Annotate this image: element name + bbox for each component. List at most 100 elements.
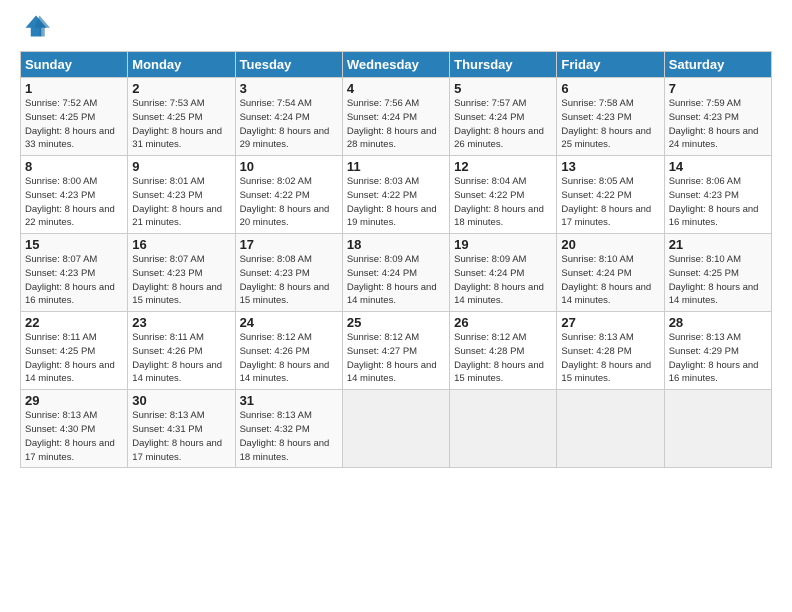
calendar-cell [342, 390, 449, 468]
day-info: Sunrise: 8:05 AMSunset: 4:22 PMDaylight:… [561, 176, 651, 228]
calendar-cell: 29 Sunrise: 8:13 AMSunset: 4:30 PMDayligh… [21, 390, 128, 468]
header [20, 16, 772, 45]
page: SundayMondayTuesdayWednesdayThursdayFrid… [0, 0, 792, 612]
day-number: 12 [454, 159, 552, 174]
day-info: Sunrise: 8:08 AMSunset: 4:23 PMDaylight:… [240, 254, 330, 306]
calendar-cell: 2Sunrise: 7:53 AMSunset: 4:25 PMDaylight… [128, 78, 235, 156]
logo [20, 16, 52, 45]
day-info: Sunrise: 8:13 AMSunset: 4:30 PMDaylight:… [25, 410, 115, 462]
calendar-cell: 18 Sunrise: 8:09 AMSunset: 4:24 PMDayligh… [342, 234, 449, 312]
calendar-cell: 1 Sunrise: 7:52 AMSunset: 4:25 PMDaylight… [21, 78, 128, 156]
day-number: 14 [669, 159, 767, 174]
day-info: Sunrise: 8:10 AMSunset: 4:24 PMDaylight:… [561, 254, 651, 306]
calendar-cell: 6 Sunrise: 7:58 AMSunset: 4:23 PMDaylight… [557, 78, 664, 156]
day-info: Sunrise: 8:07 AMSunset: 4:23 PMDaylight:… [25, 254, 115, 306]
day-info: Sunrise: 7:57 AMSunset: 4:24 PMDaylight:… [454, 98, 544, 150]
calendar-week-3: 15 Sunrise: 8:07 AMSunset: 4:23 PMDayligh… [21, 234, 772, 312]
calendar-cell: 11 Sunrise: 8:03 AMSunset: 4:22 PMDayligh… [342, 156, 449, 234]
day-info: Sunrise: 7:56 AMSunset: 4:24 PMDaylight:… [347, 98, 437, 150]
day-number: 23 [132, 315, 230, 330]
calendar-week-2: 8 Sunrise: 8:00 AMSunset: 4:23 PMDaylight… [21, 156, 772, 234]
day-info: Sunrise: 8:06 AMSunset: 4:23 PMDaylight:… [669, 176, 759, 228]
day-info: Sunrise: 8:01 AMSunset: 4:23 PMDaylight:… [132, 176, 222, 228]
calendar-cell: 27 Sunrise: 8:13 AMSunset: 4:28 PMDayligh… [557, 312, 664, 390]
day-info: Sunrise: 8:09 AMSunset: 4:24 PMDaylight:… [454, 254, 544, 306]
day-info: Sunrise: 8:11 AMSunset: 4:25 PMDaylight:… [25, 332, 115, 384]
day-number: 28 [669, 315, 767, 330]
calendar-cell: 14 Sunrise: 8:06 AMSunset: 4:23 PMDayligh… [664, 156, 771, 234]
calendar-cell: 21 Sunrise: 8:10 AMSunset: 4:25 PMDayligh… [664, 234, 771, 312]
calendar-cell: 23 Sunrise: 8:11 AMSunset: 4:26 PMDayligh… [128, 312, 235, 390]
col-header-saturday: Saturday [664, 52, 771, 78]
day-number: 30 [132, 393, 230, 408]
day-info: Sunrise: 7:54 AMSunset: 4:24 PMDaylight:… [240, 98, 330, 150]
day-number: 7 [669, 81, 767, 96]
day-info: Sunrise: 8:13 AMSunset: 4:28 PMDaylight:… [561, 332, 651, 384]
calendar-week-4: 22Sunrise: 8:11 AMSunset: 4:25 PMDayligh… [21, 312, 772, 390]
calendar-cell: 25 Sunrise: 8:12 AMSunset: 4:27 PMDayligh… [342, 312, 449, 390]
day-number: 20 [561, 237, 659, 252]
calendar-cell: 4 Sunrise: 7:56 AMSunset: 4:24 PMDaylight… [342, 78, 449, 156]
day-info: Sunrise: 8:02 AMSunset: 4:22 PMDaylight:… [240, 176, 330, 228]
day-number: 2 [132, 81, 230, 96]
col-header-wednesday: Wednesday [342, 52, 449, 78]
day-info: Sunrise: 7:52 AMSunset: 4:25 PMDaylight:… [25, 98, 115, 150]
calendar-cell: 15 Sunrise: 8:07 AMSunset: 4:23 PMDayligh… [21, 234, 128, 312]
col-header-sunday: Sunday [21, 52, 128, 78]
day-info: Sunrise: 8:09 AMSunset: 4:24 PMDaylight:… [347, 254, 437, 306]
calendar-week-5: 29 Sunrise: 8:13 AMSunset: 4:30 PMDayligh… [21, 390, 772, 468]
day-number: 25 [347, 315, 445, 330]
day-number: 17 [240, 237, 338, 252]
calendar-cell: 7 Sunrise: 7:59 AMSunset: 4:23 PMDaylight… [664, 78, 771, 156]
calendar-cell: 3 Sunrise: 7:54 AMSunset: 4:24 PMDaylight… [235, 78, 342, 156]
day-info: Sunrise: 7:58 AMSunset: 4:23 PMDaylight:… [561, 98, 651, 150]
day-info: Sunrise: 8:03 AMSunset: 4:22 PMDaylight:… [347, 176, 437, 228]
calendar-cell: 10Sunrise: 8:02 AMSunset: 4:22 PMDayligh… [235, 156, 342, 234]
day-info: Sunrise: 8:00 AMSunset: 4:23 PMDaylight:… [25, 176, 115, 228]
calendar-cell: 12Sunrise: 8:04 AMSunset: 4:22 PMDayligh… [450, 156, 557, 234]
day-number: 3 [240, 81, 338, 96]
day-number: 4 [347, 81, 445, 96]
calendar-cell: 13 Sunrise: 8:05 AMSunset: 4:22 PMDayligh… [557, 156, 664, 234]
calendar-cell: 16 Sunrise: 8:07 AMSunset: 4:23 PMDayligh… [128, 234, 235, 312]
day-info: Sunrise: 8:07 AMSunset: 4:23 PMDaylight:… [132, 254, 222, 306]
calendar-cell: 22Sunrise: 8:11 AMSunset: 4:25 PMDayligh… [21, 312, 128, 390]
calendar-cell: 8 Sunrise: 8:00 AMSunset: 4:23 PMDaylight… [21, 156, 128, 234]
calendar-cell: 24 Sunrise: 8:12 AMSunset: 4:26 PMDayligh… [235, 312, 342, 390]
day-number: 16 [132, 237, 230, 252]
day-info: Sunrise: 8:11 AMSunset: 4:26 PMDaylight:… [132, 332, 222, 384]
calendar-header-row: SundayMondayTuesdayWednesdayThursdayFrid… [21, 52, 772, 78]
calendar-cell: 17 Sunrise: 8:08 AMSunset: 4:23 PMDayligh… [235, 234, 342, 312]
day-info: Sunrise: 8:12 AMSunset: 4:26 PMDaylight:… [240, 332, 330, 384]
day-number: 21 [669, 237, 767, 252]
day-number: 24 [240, 315, 338, 330]
day-info: Sunrise: 8:12 AMSunset: 4:27 PMDaylight:… [347, 332, 437, 384]
calendar-cell: 5Sunrise: 7:57 AMSunset: 4:24 PMDaylight… [450, 78, 557, 156]
calendar-table: SundayMondayTuesdayWednesdayThursdayFrid… [20, 51, 772, 468]
day-number: 13 [561, 159, 659, 174]
day-info: Sunrise: 8:13 AMSunset: 4:31 PMDaylight:… [132, 410, 222, 462]
day-number: 29 [25, 393, 123, 408]
day-number: 15 [25, 237, 123, 252]
day-info: Sunrise: 8:13 AMSunset: 4:29 PMDaylight:… [669, 332, 759, 384]
day-number: 18 [347, 237, 445, 252]
calendar-cell [664, 390, 771, 468]
day-info: Sunrise: 8:10 AMSunset: 4:25 PMDaylight:… [669, 254, 759, 306]
day-number: 9 [132, 159, 230, 174]
calendar-cell: 20 Sunrise: 8:10 AMSunset: 4:24 PMDayligh… [557, 234, 664, 312]
day-number: 19 [454, 237, 552, 252]
day-number: 1 [25, 81, 123, 96]
day-number: 8 [25, 159, 123, 174]
calendar-cell: 26Sunrise: 8:12 AMSunset: 4:28 PMDayligh… [450, 312, 557, 390]
calendar-cell: 19 Sunrise: 8:09 AMSunset: 4:24 PMDayligh… [450, 234, 557, 312]
calendar-cell: 28 Sunrise: 8:13 AMSunset: 4:29 PMDayligh… [664, 312, 771, 390]
col-header-friday: Friday [557, 52, 664, 78]
calendar-cell: 31Sunrise: 8:13 AMSunset: 4:32 PMDayligh… [235, 390, 342, 468]
day-info: Sunrise: 7:59 AMSunset: 4:23 PMDaylight:… [669, 98, 759, 150]
day-number: 27 [561, 315, 659, 330]
col-header-thursday: Thursday [450, 52, 557, 78]
day-info: Sunrise: 8:13 AMSunset: 4:32 PMDaylight:… [240, 410, 330, 462]
day-number: 6 [561, 81, 659, 96]
calendar-week-1: 1 Sunrise: 7:52 AMSunset: 4:25 PMDaylight… [21, 78, 772, 156]
day-number: 11 [347, 159, 445, 174]
